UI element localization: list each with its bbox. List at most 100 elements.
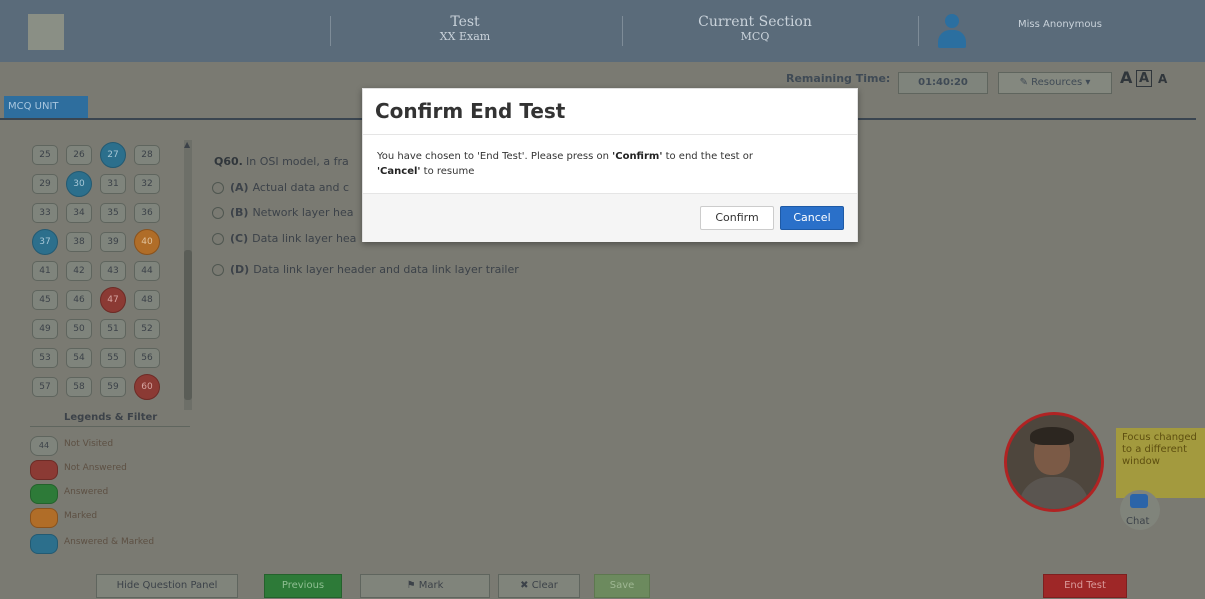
resources-dropdown[interactable]: ✎ Resources ▾ (998, 72, 1112, 94)
radio-icon[interactable] (212, 207, 224, 219)
option-a[interactable]: (A) Actual data and c (212, 181, 349, 197)
dialog-title: Confirm End Test (375, 99, 566, 123)
question-palette-item[interactable]: 37 (32, 229, 58, 255)
previous-button[interactable]: Previous (264, 574, 342, 598)
question-palette-item[interactable]: 50 (66, 319, 92, 339)
legend-label: Marked (64, 511, 98, 521)
question-palette-item[interactable]: 39 (100, 232, 126, 252)
legend-label: Answered & Marked (64, 537, 155, 547)
confirm-end-test-dialog: Confirm End Test You have chosen to 'End… (362, 88, 858, 242)
user-avatar-icon (938, 14, 966, 48)
save-button[interactable]: Save (594, 574, 650, 598)
not-answered-icon (30, 460, 58, 480)
divider (330, 16, 331, 46)
confirm-button[interactable]: Confirm (700, 206, 774, 230)
answered-icon (30, 484, 58, 504)
tab-mcq-unit[interactable]: MCQ UNIT (4, 96, 88, 118)
question-palette-item[interactable]: 51 (100, 319, 126, 339)
section-info: Current Section MCQ (670, 14, 840, 43)
question-palette-item[interactable]: 38 (66, 232, 92, 252)
question-palette-item[interactable]: 43 (100, 261, 126, 281)
question-palette-item[interactable]: 48 (134, 290, 160, 310)
option-tag: (C) (230, 232, 249, 245)
question-palette-item[interactable]: 29 (32, 174, 58, 194)
message-text: to end the test or (662, 151, 754, 162)
user-name: Miss Anonymous (1018, 19, 1102, 30)
hide-question-panel-button[interactable]: Hide Question Panel (96, 574, 238, 598)
question-palette-item[interactable]: 41 (32, 261, 58, 281)
end-test-button[interactable]: End Test (1043, 574, 1127, 598)
dialog-message: You have chosen to 'End Test'. Please pr… (377, 149, 837, 179)
question-palette-item[interactable]: 59 (100, 377, 126, 397)
message-text: to resume (420, 166, 475, 177)
mark-button[interactable]: ⚑ Mark (360, 574, 490, 598)
test-app: Test XX Exam Current Section MCQ Miss An… (0, 0, 1205, 599)
scroll-up-icon[interactable]: ▲ (184, 140, 190, 149)
chat-label[interactable]: Chat (1126, 516, 1149, 527)
option-d[interactable]: (D) Data link layer header and data link … (212, 263, 519, 279)
dialog-divider (363, 134, 857, 135)
radio-icon[interactable] (212, 264, 224, 276)
cancel-button[interactable]: Cancel (780, 206, 844, 230)
question-palette-item[interactable]: 47 (100, 287, 126, 313)
radio-icon[interactable] (212, 182, 224, 194)
option-b[interactable]: (B) Network layer hea (212, 206, 353, 222)
test-subtitle: XX Exam (439, 30, 491, 43)
question-palette-item[interactable]: 27 (100, 142, 126, 168)
question-palette-item[interactable]: 46 (66, 290, 92, 310)
answered-marked-icon (30, 534, 58, 554)
message-confirm-keyword: 'Confirm' (612, 151, 663, 162)
question-palette-item[interactable]: 57 (32, 377, 58, 397)
question-palette-item[interactable]: 60 (134, 374, 160, 400)
option-tag: (D) (230, 263, 250, 276)
question-palette-item[interactable]: 34 (66, 203, 92, 223)
question-palette-item[interactable]: 45 (32, 290, 58, 310)
question-palette-item[interactable]: 33 (32, 203, 58, 223)
question-palette-item[interactable]: 54 (66, 348, 92, 368)
option-text: Data link layer header and data link lay… (253, 263, 519, 276)
question-palette-item[interactable]: 40 (134, 229, 160, 255)
option-c[interactable]: (C) Data link layer hea (212, 232, 356, 248)
question-palette-item[interactable]: 32 (134, 174, 160, 194)
test-title: Test (450, 14, 480, 30)
divider (622, 16, 623, 46)
question-palette-item[interactable]: 25 (32, 145, 58, 165)
section-title: Current Section (698, 14, 812, 30)
question-palette-item[interactable]: 52 (134, 319, 160, 339)
clear-button[interactable]: ✖ Clear (498, 574, 580, 598)
question-palette-item[interactable]: 31 (100, 174, 126, 194)
radio-icon[interactable] (212, 233, 224, 245)
font-size-large-button[interactable]: A (1158, 72, 1167, 86)
question-text: In OSI model, a fra (246, 155, 349, 168)
option-text: Actual data and c (252, 181, 350, 194)
question-palette-item[interactable]: 58 (66, 377, 92, 397)
question-palette-item[interactable]: 36 (134, 203, 160, 223)
question-palette-item[interactable]: 49 (32, 319, 58, 339)
question-palette-item[interactable]: 44 (134, 261, 160, 281)
font-size-medium-button[interactable]: A (1136, 70, 1153, 87)
palette-scroll-thumb[interactable] (184, 250, 192, 400)
webcam-preview (1004, 412, 1104, 512)
question-palette-item[interactable]: 26 (66, 145, 92, 165)
option-tag: (B) (230, 206, 249, 219)
test-info: Test XX Exam (380, 14, 550, 43)
option-tag: (A) (230, 181, 249, 194)
question-palette-item[interactable]: 42 (66, 261, 92, 281)
question-palette-item[interactable]: 35 (100, 203, 126, 223)
divider (918, 16, 919, 46)
legend-label: Not Answered (64, 463, 127, 473)
header-bar: Test XX Exam Current Section MCQ Miss An… (0, 0, 1205, 62)
chat-icon[interactable] (1130, 494, 1148, 508)
legend-label: Answered (64, 487, 109, 497)
question-palette-item[interactable]: 30 (66, 171, 92, 197)
not-visited-icon: 44 (30, 436, 58, 456)
remaining-time-value: 01:40:20 (898, 72, 988, 94)
question-palette-item[interactable]: 28 (134, 145, 160, 165)
remaining-time-label: Remaining Time: (786, 72, 891, 85)
font-size-small-button[interactable]: A (1120, 68, 1132, 87)
question-palette-item[interactable]: 53 (32, 348, 58, 368)
option-text: Network layer hea (252, 206, 354, 219)
question-palette-item[interactable]: 56 (134, 348, 160, 368)
question-palette-item[interactable]: 55 (100, 348, 126, 368)
focus-warning-notice: Focus changed to a different window (1116, 428, 1205, 498)
